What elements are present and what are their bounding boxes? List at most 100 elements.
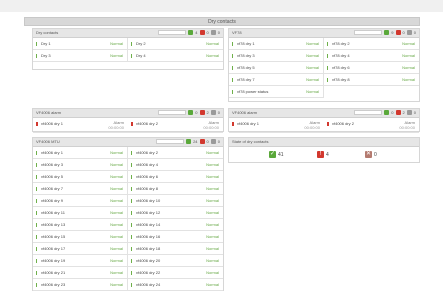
panel-header: VF4006 MTU 24 0 0 — [33, 138, 223, 147]
contact-status: Normal — [110, 150, 123, 155]
contact-item[interactable]: vf4006 dry 21 Normal — [33, 267, 128, 279]
alarm-icon[interactable] — [199, 139, 205, 144]
search-input[interactable] — [354, 110, 383, 115]
contact-status: Normal — [110, 234, 123, 239]
contact-item[interactable]: vf78 dry 3 Normal — [229, 50, 324, 62]
ok-icon[interactable] — [188, 110, 194, 115]
state-off[interactable]: ✕ 0 — [365, 151, 377, 158]
contact-item[interactable]: vf4006 dry 18 Normal — [128, 243, 223, 255]
off-icon[interactable] — [210, 30, 216, 35]
contact-item[interactable]: vf4006 dry 23 Normal — [33, 279, 128, 291]
contact-label: vf4006 dry 9 — [41, 198, 64, 203]
contact-item[interactable]: vf78 dry 8 Normal — [324, 74, 419, 86]
contact-item[interactable]: vf4006 dry 7 Normal — [33, 183, 128, 195]
ok-icon[interactable] — [186, 139, 192, 144]
close-icon: ✕ — [365, 151, 372, 158]
contact-item[interactable]: vf4006 dry 19 Normal — [33, 255, 128, 267]
contact-label: vf4006 dry 13 — [41, 222, 66, 227]
alarm-indicator — [327, 122, 329, 126]
contact-item[interactable]: vf4006 dry 13 Normal — [33, 219, 128, 231]
contact-item[interactable]: vf4006 dry 24 Normal — [128, 279, 223, 291]
alarm-icon[interactable] — [199, 110, 205, 115]
status-indicator — [36, 163, 37, 167]
off-count: 0 — [217, 30, 220, 35]
state-alarm[interactable]: ! 4 — [317, 151, 329, 158]
search-input[interactable] — [354, 30, 383, 35]
contact-label: Dry 1 — [41, 41, 51, 46]
status-indicator — [131, 211, 132, 215]
contact-item[interactable]: vf4006 dry 4 Normal — [128, 159, 223, 171]
search-input[interactable] — [156, 139, 185, 144]
contact-item[interactable]: vf4006 dry 8 Normal — [128, 183, 223, 195]
status-indicator — [36, 283, 37, 287]
panel-title: VF4006 alarm — [36, 110, 62, 115]
state-count: 41 — [278, 151, 284, 158]
ok-icon[interactable] — [384, 110, 390, 115]
contact-item[interactable]: vf78 dry 2 Normal — [324, 38, 419, 50]
contact-item[interactable]: vf4006 dry 12 Normal — [128, 207, 223, 219]
off-icon[interactable] — [210, 110, 216, 115]
contact-item[interactable]: vf78 dry 1 Normal — [229, 38, 324, 50]
alarm-icon[interactable] — [199, 30, 205, 35]
off-icon[interactable] — [210, 139, 216, 144]
search-input[interactable] — [158, 110, 187, 115]
contact-item[interactable]: vf4006 dry 1 Normal — [33, 147, 128, 159]
alarm-item[interactable]: vf4006 dry 2 Alarm 00:00:00 — [324, 118, 419, 133]
contact-item[interactable]: vf4006 dry 16 Normal — [128, 231, 223, 243]
alarm-item[interactable]: vf4006 dry 2 Alarm 00:00:00 — [128, 118, 223, 133]
contact-label: vf78 dry 3 — [237, 53, 255, 58]
contact-item[interactable]: vf4006 dry 5 Normal — [33, 171, 128, 183]
contact-item[interactable]: vf78 dry 5 Normal — [229, 62, 324, 74]
contact-item[interactable]: vf78 dry 6 Normal — [324, 62, 419, 74]
panel-tools: 9 0 0 — [354, 30, 416, 35]
contact-status: Normal — [110, 258, 123, 263]
status-indicator — [232, 54, 233, 58]
contact-item[interactable]: vf4006 dry 22 Normal — [128, 267, 223, 279]
contact-item[interactable]: Dry 4 Normal — [128, 50, 223, 62]
contact-item[interactable]: vf4006 dry 20 Normal — [128, 255, 223, 267]
contact-item[interactable]: vf78 dry 4 Normal — [324, 50, 419, 62]
panel-state: State of dry contacts ✓ 41 ! 4 ✕ 0 — [228, 137, 420, 163]
alarm-indicator — [232, 122, 234, 126]
panel-header: Dry contacts 4 0 0 — [33, 29, 223, 38]
contact-item[interactable]: vf4006 dry 11 Normal — [33, 207, 128, 219]
contact-label: vf4006 dry 24 — [136, 282, 161, 287]
contact-label: vf4006 dry 23 — [41, 282, 66, 287]
contact-grid: vf4006 dry 1 Normal vf4006 dry 2 Normal vf40… — [33, 147, 223, 291]
off-icon[interactable] — [406, 110, 412, 115]
contact-label: vf4006 dry 5 — [41, 174, 64, 179]
contact-item[interactable]: vf4006 dry 2 Normal — [128, 147, 223, 159]
contact-status: Normal — [206, 246, 219, 251]
contact-item[interactable]: Dry 3 Normal — [33, 50, 128, 62]
status-indicator — [131, 187, 132, 191]
contact-item[interactable]: vf4006 dry 15 Normal — [33, 231, 128, 243]
alarm-grid: vf4006 dry 1 Alarm 00:00:00 vf4006 dry 2 Ala… — [229, 118, 419, 133]
contact-status: Normal — [306, 89, 319, 94]
search-input[interactable] — [158, 30, 187, 35]
contact-item[interactable]: vf4006 dry 3 Normal — [33, 159, 128, 171]
contact-item[interactable]: vf4006 dry 10 Normal — [128, 195, 223, 207]
state-ok[interactable]: ✓ 41 — [269, 151, 284, 158]
ok-count: 0 — [391, 110, 394, 115]
alarm-item[interactable]: vf4006 dry 1 Alarm 00:00:00 — [229, 118, 324, 133]
contact-item[interactable]: vf4006 dry 6 Normal — [128, 171, 223, 183]
alarm-icon[interactable] — [395, 110, 401, 115]
contact-item[interactable]: vf78 dry 7 Normal — [229, 74, 324, 86]
contact-label: vf4006 dry 1 — [41, 150, 64, 155]
contact-item[interactable]: vf4006 dry 9 Normal — [33, 195, 128, 207]
off-icon[interactable] — [406, 30, 412, 35]
panel-tools: 24 0 0 — [156, 139, 220, 144]
contact-item[interactable]: Dry 1 Normal — [33, 38, 128, 50]
alarm-icon[interactable] — [395, 30, 401, 35]
contact-status: Normal — [110, 174, 123, 179]
contact-item[interactable]: vf78 power status Normal — [229, 86, 324, 98]
ok-icon[interactable] — [384, 30, 390, 35]
alarm-item[interactable]: vf4006 dry 1 Alarm 00:00:00 — [33, 118, 128, 133]
status-indicator — [131, 163, 132, 167]
contact-label: vf4006 dry 14 — [136, 222, 161, 227]
contact-item[interactable]: vf4006 dry 14 Normal — [128, 219, 223, 231]
contact-item[interactable]: Dry 2 Normal — [128, 38, 223, 50]
ok-icon[interactable] — [188, 30, 194, 35]
alarm-time: 00:00:00 — [108, 125, 124, 130]
contact-item[interactable]: vf4006 dry 17 Normal — [33, 243, 128, 255]
